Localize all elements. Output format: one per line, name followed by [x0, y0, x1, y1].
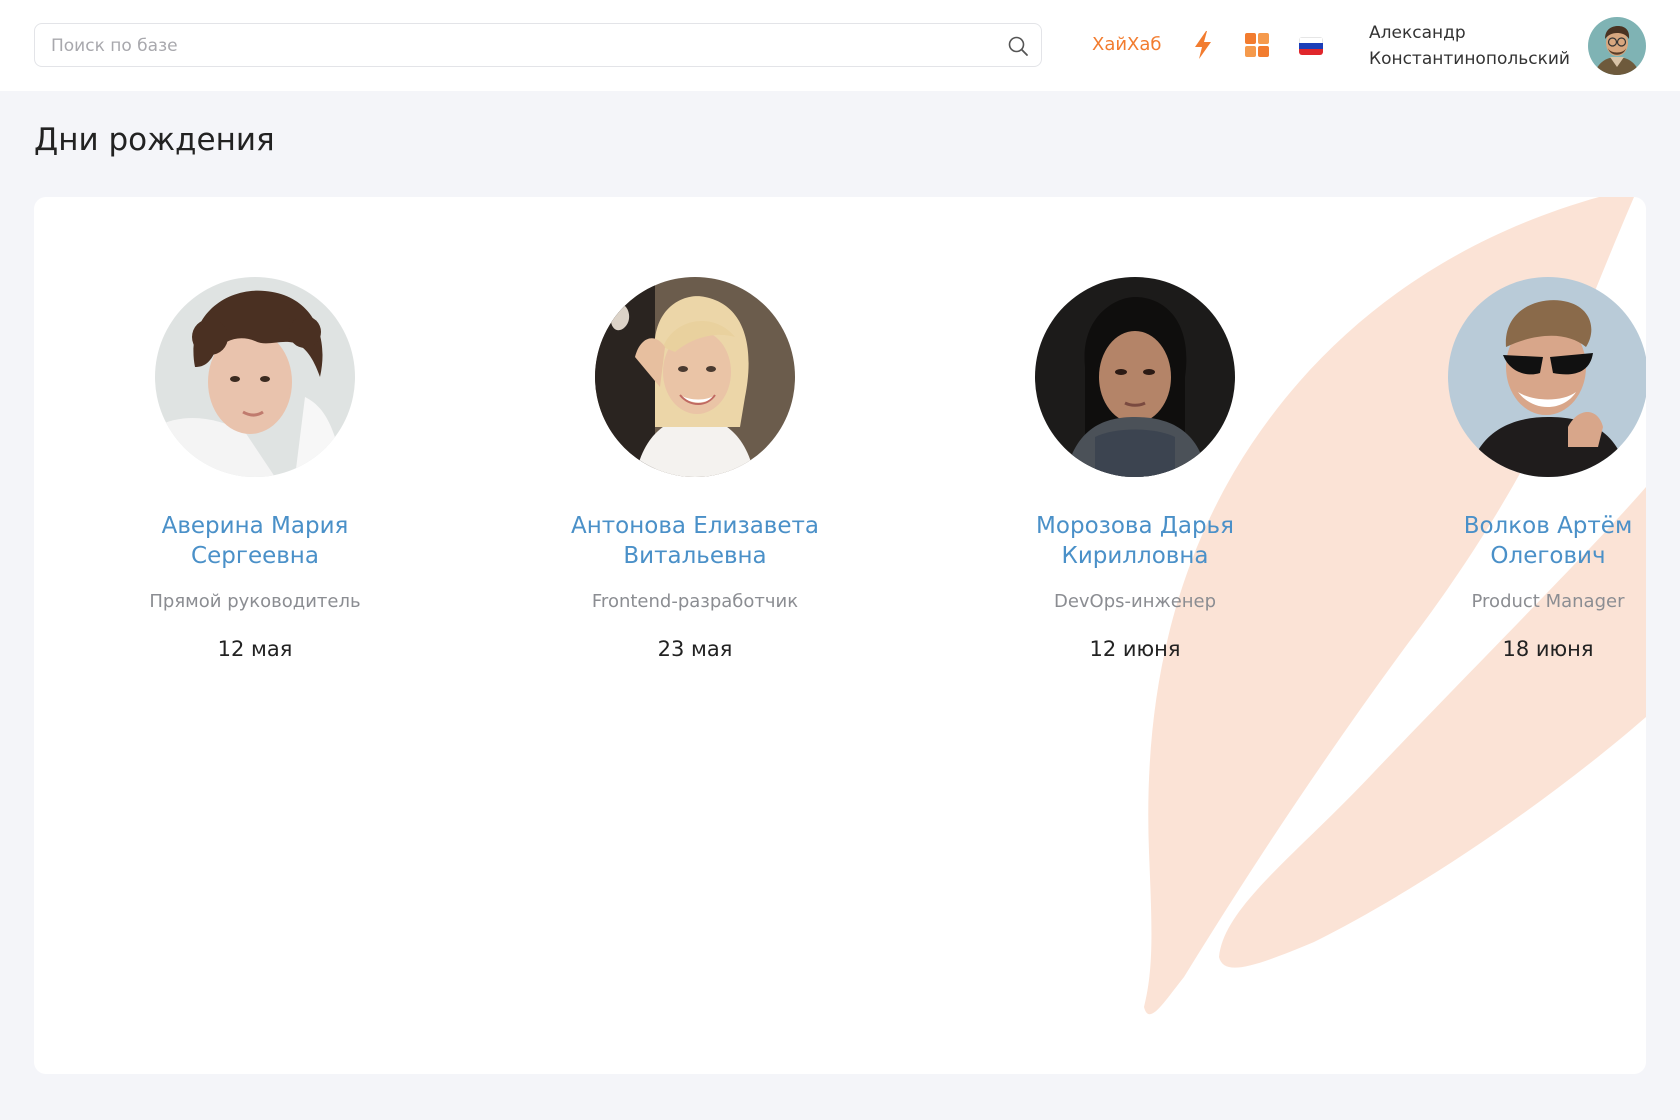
search-input[interactable]: [49, 24, 993, 68]
birthday-card-item: Антонова Елизавета Витальевна Frontend-р…: [535, 277, 855, 661]
birthday-card-item: Волков Артём Олегович Product Manager 18…: [1388, 277, 1646, 661]
person-role: DevOps-инженер: [1053, 591, 1217, 612]
person-photo: [1448, 277, 1646, 477]
apps-grid-icon[interactable]: [1245, 33, 1269, 57]
person-name-line1: Морозова Дарья: [1036, 513, 1234, 539]
person-name-line1: Антонова Елизавета: [570, 513, 819, 539]
birthday-card-item: Морозова Дарья Кирилловна DevOps-инженер…: [975, 277, 1295, 661]
person-name-line1: Волков Артём: [1463, 513, 1633, 539]
birthdays-card: Аверина Мария Сергеевна Прямой руководит…: [34, 197, 1646, 1074]
birthday-date: 12 июня: [1089, 637, 1181, 661]
person-name-line2: Витальевна: [623, 543, 767, 569]
user-first-name: Александр: [1369, 23, 1466, 43]
birthday-date: 12 мая: [217, 637, 293, 661]
birthday-date: 23 мая: [657, 637, 733, 661]
person-role: Product Manager: [1471, 591, 1625, 612]
page-title: Дни рождения: [34, 122, 275, 158]
avatar-photo-icon: [1588, 17, 1646, 75]
person-name-line2: Кирилловна: [1061, 543, 1209, 569]
person-name-link[interactable]: Морозова Дарья Кирилловна: [975, 511, 1295, 571]
brand-link[interactable]: ХайХаб: [1092, 34, 1162, 55]
top-bar: ХайХаб Александр Константинопольский: [0, 0, 1680, 91]
person-role: Прямой руководитель: [149, 591, 361, 612]
person-name-line1: Аверина Мария: [161, 513, 349, 539]
person-name-link[interactable]: Волков Артём Олегович: [1388, 511, 1646, 571]
birthday-card-item: Аверина Мария Сергеевна Прямой руководит…: [95, 277, 415, 661]
person-photo: [155, 277, 355, 477]
russian-flag-icon[interactable]: [1299, 37, 1323, 55]
person-photo: [595, 277, 795, 477]
person-name-link[interactable]: Антонова Елизавета Витальевна: [535, 511, 855, 571]
lightning-icon[interactable]: [1190, 30, 1216, 60]
person-name-line2: Сергеевна: [191, 543, 319, 569]
person-name-link[interactable]: Аверина Мария Сергеевна: [95, 511, 415, 571]
person-name-line2: Олегович: [1490, 543, 1606, 569]
user-avatar[interactable]: [1588, 17, 1646, 75]
user-last-name: Константинопольский: [1369, 49, 1570, 69]
birthday-date: 18 июня: [1502, 637, 1594, 661]
user-name[interactable]: Александр Константинопольский: [1369, 20, 1579, 72]
search-box: [34, 23, 1042, 68]
search-icon[interactable]: [1007, 35, 1029, 57]
person-role: Frontend-разработчик: [591, 591, 799, 612]
person-photo: [1035, 277, 1235, 477]
